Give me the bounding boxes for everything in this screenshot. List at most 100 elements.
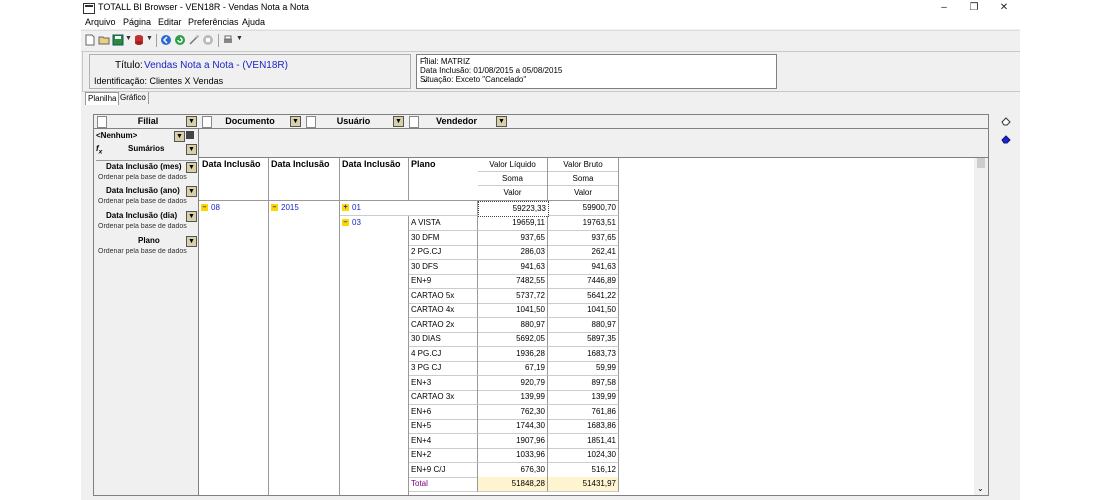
valor-bruto-cell[interactable]: 1041,50: [548, 303, 619, 318]
print-icon[interactable]: [222, 34, 234, 46]
dim-vendedor[interactable]: Vendedor: [419, 115, 494, 128]
menu-ajuda[interactable]: Ajuda: [242, 17, 265, 27]
valor-bruto-cell[interactable]: 1683,73: [548, 346, 619, 362]
valor-liquido-cell[interactable]: 880,97: [478, 317, 548, 333]
filter-icon[interactable]: ▼: [290, 116, 301, 127]
valor-bruto-cell[interactable]: 897,58: [548, 375, 619, 391]
chevron-down-icon[interactable]: ⌄: [422, 75, 429, 84]
plano-cell[interactable]: 2 PG.CJ: [409, 245, 478, 260]
valor-liquido-cell[interactable]: 19659,11: [478, 216, 548, 231]
valor-bruto-cell[interactable]: 1851,41: [548, 433, 619, 449]
valor-liquido-cell[interactable]: 1907,96: [478, 433, 548, 449]
plano-cell[interactable]: EN+6: [409, 404, 478, 420]
dim-ano[interactable]: Data Inclusão (ano) ▼ Ordenar pela base …: [96, 185, 197, 209]
minimize-icon[interactable]: –: [929, 0, 959, 16]
stop-icon[interactable]: [202, 34, 214, 46]
restore-icon[interactable]: ❐: [959, 0, 989, 16]
dim-plano[interactable]: Plano ▼ Ordenar pela base de dados: [96, 235, 197, 259]
dim-mes[interactable]: Data Inclusão (mes) ▼ Ordenar pela base …: [96, 160, 197, 185]
refresh-icon[interactable]: [174, 34, 186, 46]
plano-cell[interactable]: 30 DFS: [409, 259, 478, 275]
open-icon[interactable]: [98, 34, 110, 46]
collapse-icon[interactable]: –: [201, 204, 208, 211]
valor-liquido-cell[interactable]: 1744,30: [478, 419, 548, 434]
valor-liquido-cell[interactable]: 676,30: [478, 462, 548, 478]
valor-liquido-cell[interactable]: 1936,28: [478, 346, 548, 362]
valor-liquido-cell[interactable]: 941,63: [478, 259, 548, 275]
dim-usuario[interactable]: Usuário: [316, 115, 391, 128]
chevron-up-icon[interactable]: ⌃: [422, 56, 429, 65]
cell-top-liquido[interactable]: 59223,33: [478, 201, 549, 217]
valor-bruto-cell[interactable]: 7446,89: [548, 274, 619, 289]
chevron-down-icon[interactable]: ⌄: [977, 484, 984, 493]
valor-bruto-cell[interactable]: 19763,51: [548, 216, 619, 231]
eraser-icon[interactable]: [1001, 116, 1011, 126]
valor-bruto-cell[interactable]: 1024,30: [548, 448, 619, 463]
valor-liquido-cell[interactable]: 67,19: [478, 361, 548, 376]
valor-liquido-cell[interactable]: 7482,55: [478, 274, 548, 289]
cell-ano[interactable]: – 2015: [269, 201, 340, 495]
filter-icon[interactable]: ▼: [174, 131, 185, 142]
cell-mes[interactable]: – 08: [199, 201, 269, 495]
sumarios-row[interactable]: fx Sumários ▼: [96, 144, 197, 156]
plano-cell[interactable]: 30 DFM: [409, 230, 478, 246]
plano-cell[interactable]: EN+2: [409, 448, 478, 463]
print-dropdown-icon[interactable]: ▼: [236, 35, 243, 42]
valor-liquido-cell[interactable]: 762,30: [478, 404, 548, 420]
new-file-icon[interactable]: [84, 34, 96, 46]
menu-arquivo[interactable]: Arquivo: [85, 17, 116, 27]
plano-cell[interactable]: EN+9 C/J: [409, 462, 478, 478]
valor-liquido-cell[interactable]: 1041,50: [478, 303, 548, 318]
valor-bruto-cell[interactable]: 59,99: [548, 361, 619, 376]
header-data-inclusao-ano[interactable]: Data Inclusão: [269, 158, 340, 201]
total-bruto[interactable]: 51431,97: [548, 477, 619, 492]
wand-icon[interactable]: [188, 34, 200, 46]
header-data-inclusao-mes[interactable]: Data Inclusão: [199, 158, 269, 201]
plano-cell[interactable]: EN+5: [409, 419, 478, 434]
valor-liquido-cell[interactable]: 286,03: [478, 245, 548, 260]
dim-documento[interactable]: Documento: [212, 115, 288, 128]
save-icon[interactable]: [112, 34, 124, 46]
filter-icon[interactable]: ▼: [186, 162, 197, 173]
filter-icon[interactable]: ▼: [186, 211, 197, 222]
filter-icon[interactable]: ▼: [186, 116, 197, 127]
valor-liquido-cell[interactable]: 920,79: [478, 375, 548, 391]
valor-bruto-cell[interactable]: 5897,35: [548, 332, 619, 347]
collapse-icon[interactable]: –: [342, 219, 349, 226]
plano-cell[interactable]: 30 DIAS: [409, 332, 478, 347]
total-liquido[interactable]: 51848,28: [478, 477, 548, 492]
filter-icon[interactable]: ▼: [186, 144, 197, 155]
plano-cell[interactable]: CARTAO 3x: [409, 390, 478, 405]
filter-icon[interactable]: ▼: [393, 116, 404, 127]
valor-bruto-cell[interactable]: 941,63: [548, 259, 619, 275]
valor-bruto-cell[interactable]: 880,97: [548, 317, 619, 333]
filter-icon[interactable]: ▼: [496, 116, 507, 127]
plano-cell[interactable]: EN+9: [409, 274, 478, 289]
menu-pagina[interactable]: Página: [123, 17, 151, 27]
measures-drop-area[interactable]: [199, 129, 988, 158]
back-icon[interactable]: [160, 34, 172, 46]
measure-valor-liquido[interactable]: Valor Líquido Soma Valor: [478, 158, 548, 201]
filter-icon[interactable]: ▼: [186, 236, 197, 247]
valor-liquido-cell[interactable]: 1033,96: [478, 448, 548, 463]
valor-bruto-cell[interactable]: 5641,22: [548, 288, 619, 304]
valor-bruto-cell[interactable]: 1683,86: [548, 419, 619, 434]
scroll-thumb[interactable]: [977, 158, 985, 168]
valor-bruto-cell[interactable]: 139,99: [548, 390, 619, 405]
plano-cell[interactable]: CARTAO 5x: [409, 288, 478, 304]
nenhum-row[interactable]: <Nenhum> ▼: [96, 131, 196, 142]
plano-cell[interactable]: CARTAO 2x: [409, 317, 478, 333]
valor-liquido-cell[interactable]: 5692,05: [478, 332, 548, 347]
valor-liquido-cell[interactable]: 139,99: [478, 390, 548, 405]
tag-icon[interactable]: [1001, 134, 1011, 144]
plano-cell[interactable]: 4 PG.CJ: [409, 346, 478, 362]
plano-cell[interactable]: 3 PG CJ: [409, 361, 478, 376]
valor-liquido-cell[interactable]: 5737,72: [478, 288, 548, 304]
plano-cell[interactable]: EN+3: [409, 375, 478, 391]
tab-grafico[interactable]: Gráfico: [118, 92, 149, 104]
dim-filial[interactable]: Filial: [108, 115, 188, 128]
filter-icon[interactable]: ▼: [186, 186, 197, 197]
total-label[interactable]: Total: [409, 477, 478, 492]
expand-icon[interactable]: +: [342, 204, 349, 211]
database-icon[interactable]: [133, 34, 145, 46]
